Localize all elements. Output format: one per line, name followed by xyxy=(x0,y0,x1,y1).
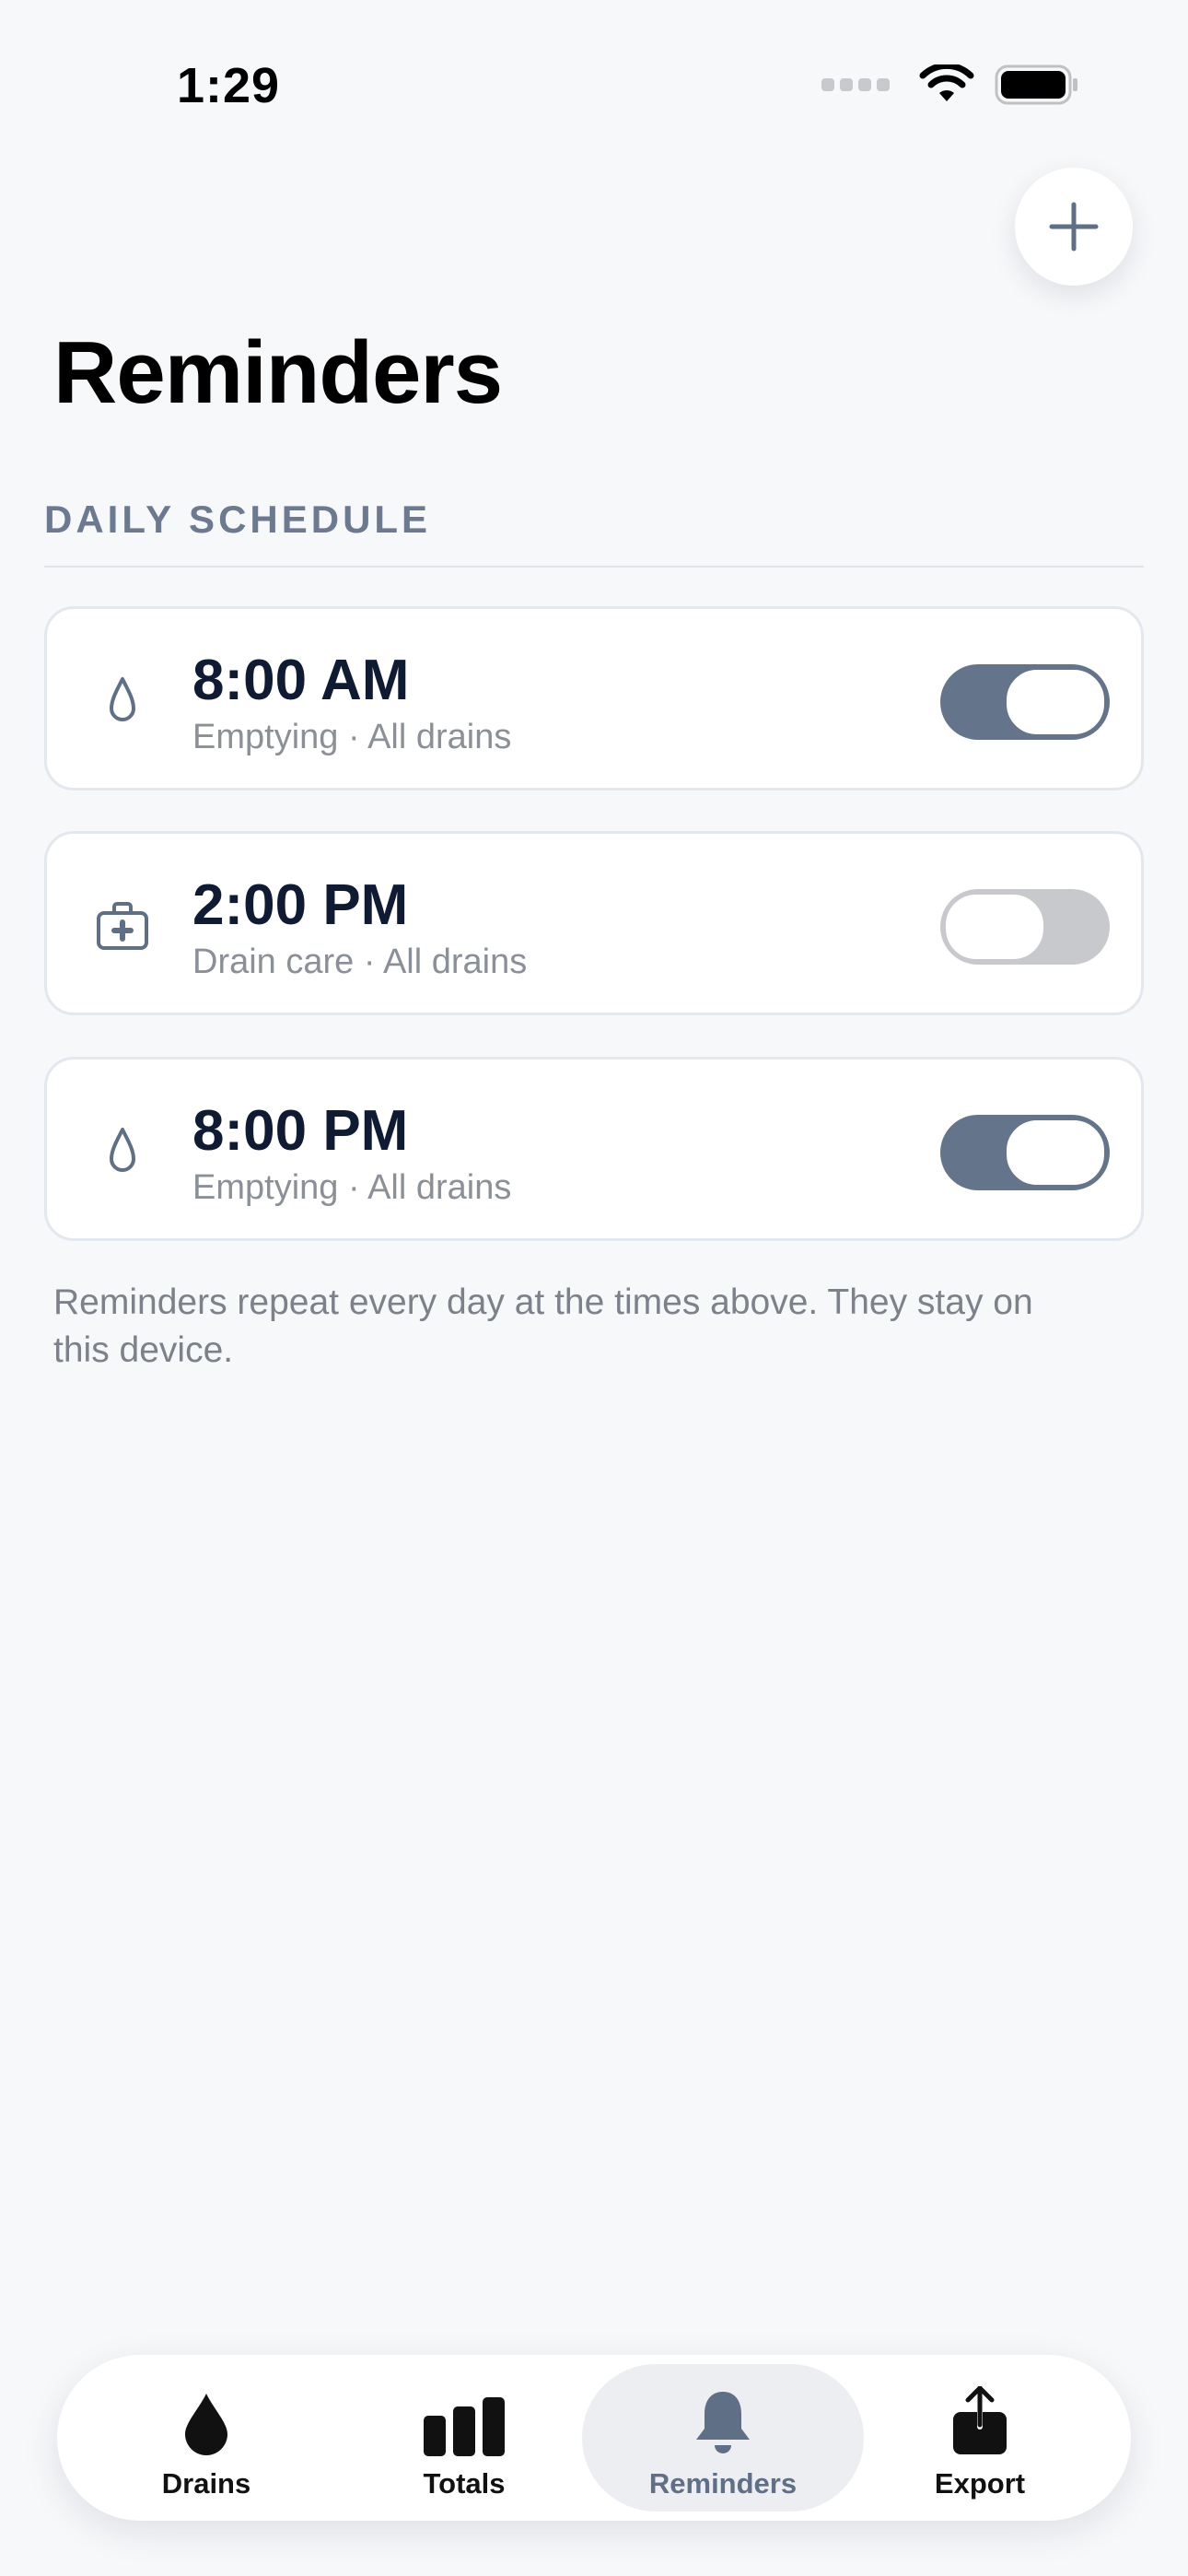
add-reminder-button[interactable] xyxy=(1015,168,1133,286)
wifi-icon xyxy=(919,64,974,101)
footnote: Reminders repeat every day at the times … xyxy=(53,1282,1033,1370)
drop-icon xyxy=(110,677,135,721)
bar-chart-icon xyxy=(424,2397,505,2456)
reminder-card[interactable]: 2:00 PM Drain care · All drains xyxy=(44,831,1144,1015)
reminder-toggle[interactable] xyxy=(940,664,1110,740)
toggle-knob xyxy=(1003,1117,1108,1188)
toggle-knob xyxy=(1003,666,1108,738)
tab-drains[interactable]: Drains xyxy=(77,2364,335,2512)
toggle-knob xyxy=(942,891,1047,963)
tab-label: Totals xyxy=(423,2467,506,2500)
reminder-toggle[interactable] xyxy=(940,889,1110,965)
first-aid-kit-icon xyxy=(97,902,148,950)
cellular-signal-icon xyxy=(821,78,890,91)
tab-totals[interactable]: Totals xyxy=(335,2364,593,2512)
section-divider xyxy=(44,566,1144,568)
drop-icon xyxy=(185,2394,227,2455)
reminder-card[interactable]: 8:00 PM Emptying · All drains xyxy=(44,1057,1144,1241)
reminder-subtitle: Emptying · All drains xyxy=(192,718,512,756)
plus-icon xyxy=(1049,202,1099,252)
tab-reminders[interactable]: Reminders xyxy=(582,2364,864,2512)
drop-icon xyxy=(110,1128,135,1172)
status-icons xyxy=(821,64,1079,105)
reminder-time: 2:00 PM xyxy=(192,873,409,937)
tab-label: Reminders xyxy=(648,2467,798,2500)
reminder-time: 8:00 PM xyxy=(192,1099,409,1163)
tab-bar: Drains Totals Reminders Export xyxy=(57,2355,1131,2521)
page-title: Reminders xyxy=(53,323,503,422)
reminder-subtitle: Emptying · All drains xyxy=(192,1168,512,1207)
share-icon xyxy=(953,2386,1007,2454)
reminder-subtitle: Drain care · All drains xyxy=(192,943,528,981)
tab-label: Drains xyxy=(161,2467,251,2500)
tab-export[interactable]: Export xyxy=(851,2364,1109,2512)
bell-icon xyxy=(696,2392,750,2453)
status-time: 1:29 xyxy=(177,58,281,113)
section-header: DAILY SCHEDULE xyxy=(44,498,432,541)
reminder-time: 8:00 AM xyxy=(192,649,410,712)
reminder-card[interactable]: 8:00 AM Emptying · All drains xyxy=(44,606,1144,790)
tab-label: Export xyxy=(934,2467,1026,2500)
battery-icon xyxy=(995,64,1077,105)
reminder-toggle[interactable] xyxy=(940,1115,1110,1190)
